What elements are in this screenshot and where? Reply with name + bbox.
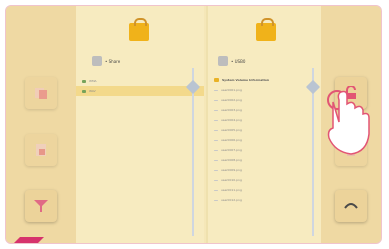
copy-button[interactable] bbox=[25, 77, 57, 109]
list-item[interactable]: user0009.png bbox=[208, 165, 326, 175]
audio-folder-icon bbox=[82, 89, 86, 93]
back-arrow-icon bbox=[344, 203, 358, 209]
usb-path: • USB0 bbox=[218, 56, 245, 66]
left-action-column bbox=[6, 6, 76, 243]
file-icon bbox=[214, 119, 218, 121]
list-item[interactable]: user0006.png bbox=[208, 135, 326, 145]
file-icon bbox=[214, 169, 218, 171]
list-item[interactable]: user0003.png bbox=[208, 105, 326, 115]
list-item[interactable]: user0012.png bbox=[208, 195, 326, 205]
funnel-icon bbox=[34, 200, 48, 212]
brand-mark bbox=[14, 237, 44, 243]
folder-icon bbox=[214, 78, 219, 82]
list-item[interactable]: user0010.png bbox=[208, 175, 326, 185]
list-item[interactable]: user0005.png bbox=[208, 125, 326, 135]
pointing-hand-icon bbox=[327, 90, 370, 155]
file-icon bbox=[214, 159, 218, 161]
list-item-selected[interactable]: WAV bbox=[76, 86, 204, 96]
list-item[interactable]: user0011.png bbox=[208, 185, 326, 195]
list-item[interactable]: user0002.png bbox=[208, 95, 326, 105]
share-list: WMA WAV bbox=[76, 76, 204, 96]
share-panel: • Share WMA WAV bbox=[76, 6, 204, 243]
paste-button[interactable] bbox=[25, 134, 57, 166]
list-item[interactable]: user0008.png bbox=[208, 155, 326, 165]
usb-list: System Volume Information user0001.png u… bbox=[208, 75, 326, 205]
right-action-column bbox=[321, 6, 381, 243]
file-icon bbox=[214, 99, 218, 101]
copy-icon bbox=[35, 88, 47, 99]
filter-button[interactable] bbox=[25, 190, 57, 222]
back-button[interactable] bbox=[335, 190, 367, 222]
file-icon bbox=[214, 129, 218, 131]
audio-folder-icon bbox=[82, 79, 86, 83]
usb-panel: • USB0 System Volume Information user000… bbox=[206, 6, 326, 243]
list-item[interactable]: user0007.png bbox=[208, 145, 326, 155]
file-icon bbox=[214, 89, 218, 91]
list-item[interactable]: user0004.png bbox=[208, 115, 326, 125]
folder-up-icon[interactable] bbox=[256, 18, 276, 41]
list-item[interactable]: WMA bbox=[76, 76, 204, 86]
file-icon bbox=[214, 139, 218, 141]
file-icon bbox=[214, 179, 218, 181]
file-icon bbox=[214, 109, 218, 111]
paste-icon bbox=[36, 144, 46, 156]
usb-drive-icon bbox=[218, 56, 228, 66]
share-path: • Share bbox=[92, 56, 120, 66]
file-icon bbox=[214, 149, 218, 151]
file-icon bbox=[214, 189, 218, 191]
drive-icon bbox=[92, 56, 102, 66]
file-icon bbox=[214, 199, 218, 201]
folder-up-icon[interactable] bbox=[129, 18, 149, 41]
app-frame: • Share WMA WAV • USB0 System Volume Inf… bbox=[5, 5, 382, 244]
